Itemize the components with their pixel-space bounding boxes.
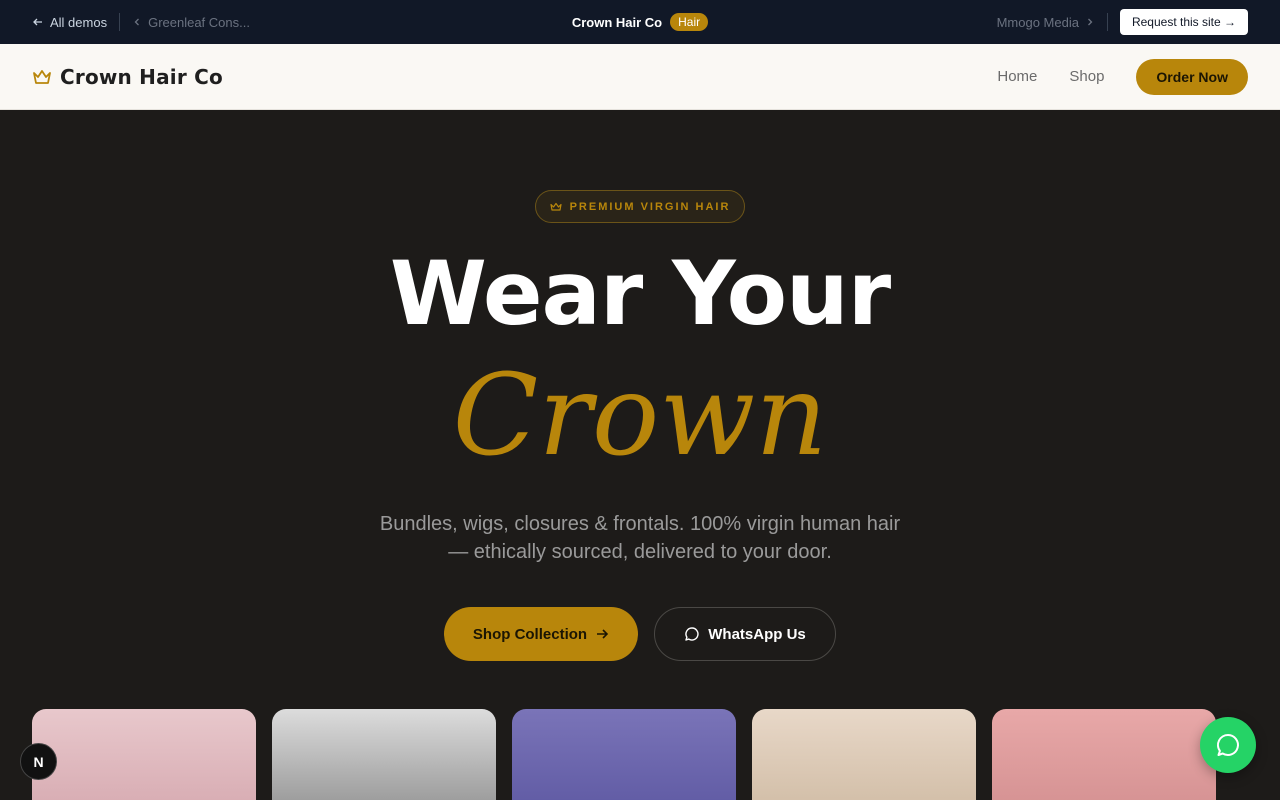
brand-name: Crown Hair Co <box>60 64 223 89</box>
crown-icon <box>549 202 562 211</box>
product-gallery <box>32 709 1216 800</box>
demo-bar: All demos Greenleaf Cons... Crown Hair C… <box>0 0 1280 44</box>
all-demos-link[interactable]: All demos <box>32 15 107 30</box>
all-demos-label: All demos <box>50 14 108 30</box>
category-badge: Hair <box>670 13 709 31</box>
shop-collection-button[interactable]: Shop Collection <box>444 607 638 661</box>
brand-logo[interactable]: Crown Hair Co <box>32 65 223 89</box>
divider <box>119 13 121 31</box>
prev-demo-link[interactable]: Greenleaf Cons... <box>132 15 250 30</box>
chevron-left-icon <box>134 18 140 26</box>
order-now-button[interactable]: Order Now <box>1136 58 1248 95</box>
gallery-image-makeup[interactable] <box>752 709 976 800</box>
gallery-image-curly-hair[interactable] <box>992 709 1216 800</box>
next-demo-link[interactable]: Mmogo Media <box>997 15 1095 30</box>
whatsapp-icon <box>1217 733 1239 756</box>
whatsapp-chat-button[interactable] <box>1200 717 1256 773</box>
hero-pill: PREMIUM VIRGIN HAIR <box>535 190 745 223</box>
gallery-image-hair-care[interactable] <box>32 709 256 800</box>
hero-section: PREMIUM VIRGIN HAIR Wear Your Crown Bund… <box>0 110 1280 800</box>
demo-current-site: Crown Hair Co Hair <box>571 13 709 31</box>
nav-shop[interactable]: Shop <box>1069 68 1104 85</box>
prev-demo-label: Greenleaf Cons... <box>148 14 250 30</box>
crown-icon <box>33 69 51 84</box>
gallery-image-portrait[interactable] <box>512 709 736 800</box>
next-demo-label: Mmogo Media <box>996 14 1079 30</box>
demo-site-name: Crown Hair Co <box>571 14 663 30</box>
hero-headline-line2: Crown <box>452 351 828 481</box>
dev-badge-button[interactable]: N <box>20 743 57 780</box>
whatsapp-us-label: WhatsApp Us <box>708 625 806 643</box>
shop-collection-label: Shop Collection <box>472 625 588 643</box>
hero-subtitle: Bundles, wigs, closures & frontals. 100%… <box>379 513 901 563</box>
chevron-right-icon <box>1087 18 1093 26</box>
gallery-image-blow-dry[interactable] <box>272 709 496 800</box>
hero-pill-label: PREMIUM VIRGIN HAIR <box>569 200 731 213</box>
site-header: Crown Hair Co Home Shop Order Now <box>0 44 1280 110</box>
demo-bar-left: All demos Greenleaf Cons... <box>32 13 392 31</box>
divider <box>1106 13 1108 31</box>
arrow-right-icon <box>597 629 609 639</box>
demo-bar-right: Mmogo Media Request this site → <box>888 9 1248 35</box>
main-nav: Home Shop Order Now <box>997 58 1248 95</box>
whatsapp-us-button[interactable]: WhatsApp Us <box>654 607 836 661</box>
hero-headline-line1: Wear Your <box>389 242 891 345</box>
arrow-left-icon <box>33 18 42 26</box>
chat-bubble-icon <box>685 627 699 641</box>
nav-home[interactable]: Home <box>997 68 1037 85</box>
request-site-button[interactable]: Request this site → <box>1119 9 1248 35</box>
